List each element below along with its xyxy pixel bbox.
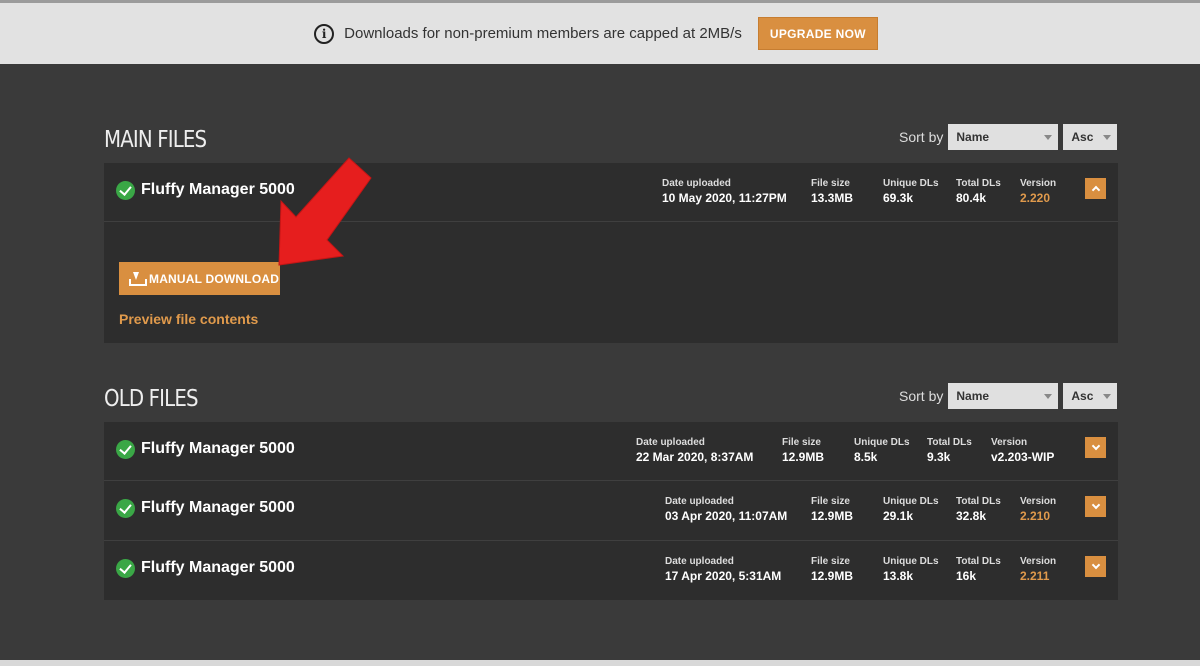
red-arrow-icon — [278, 157, 372, 266]
bottom-strip — [0, 660, 1200, 666]
